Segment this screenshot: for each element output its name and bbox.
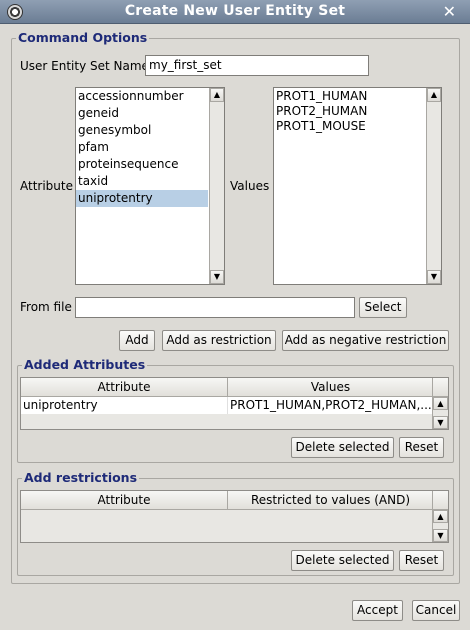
command-options-legend: Command Options <box>16 30 150 45</box>
close-icon[interactable]: ✕ <box>443 2 456 21</box>
attribute-list-item[interactable]: pfam <box>76 139 208 156</box>
reset-attributes-button[interactable]: Reset <box>399 437 444 458</box>
window-titlebar[interactable]: Create New User Entity Set ✕ <box>0 0 470 24</box>
attribute-list[interactable]: accessionnumber geneid genesymbol pfam prote… <box>75 87 225 285</box>
attribute-list-item[interactable]: geneid <box>76 105 208 122</box>
set-name-input[interactable]: my_first_set <box>145 55 369 76</box>
scroll-up-icon[interactable]: ▲ <box>427 88 441 102</box>
table-header: Attribute Values <box>21 378 434 397</box>
row-values-cell[interactable]: PROT1_HUMAN,PROT2_HUMAN,... <box>228 397 434 414</box>
attribute-list-item[interactable]: taxid <box>76 173 208 190</box>
values-list-item[interactable]: PROT1_MOUSE <box>274 119 441 134</box>
column-header-values[interactable]: Values <box>228 378 434 397</box>
reset-restrictions-button[interactable]: Reset <box>399 550 444 571</box>
table-header: Attribute Restricted to values (AND) <box>21 491 434 510</box>
column-header-attribute[interactable]: Attribute <box>21 491 228 510</box>
attribute-list-item[interactable]: genesymbol <box>76 122 208 139</box>
values-list-item[interactable]: PROT1_HUMAN <box>274 89 441 104</box>
add-as-restriction-button[interactable]: Add as restriction <box>162 330 276 351</box>
scroll-up-icon[interactable]: ▲ <box>210 88 224 102</box>
row-attribute-cell[interactable]: uniprotentry <box>21 397 228 414</box>
delete-selected-restrictions-button[interactable]: Delete selected <box>291 550 394 571</box>
values-list-scrollbar[interactable]: ▲ ▼ <box>426 88 441 284</box>
added-attributes-legend: Added Attributes <box>22 357 148 372</box>
attribute-list-item[interactable]: proteinsequence <box>76 156 208 173</box>
cancel-button[interactable]: Cancel <box>412 600 460 621</box>
column-header-attribute[interactable]: Attribute <box>21 378 228 397</box>
add-as-negative-restriction-button[interactable]: Add as negative restriction <box>282 330 449 351</box>
attribute-list-scrollbar[interactable]: ▲ ▼ <box>209 88 224 284</box>
scroll-down-icon[interactable]: ▼ <box>433 529 448 542</box>
values-list[interactable]: PROT1_HUMAN PROT2_HUMAN PROT1_MOUSE ▲ ▼ <box>273 87 442 285</box>
set-name-label: User Entity Set Name <box>20 59 149 73</box>
values-list-item[interactable]: PROT2_HUMAN <box>274 104 441 119</box>
add-button[interactable]: Add <box>119 330 155 351</box>
add-restrictions-table[interactable]: Attribute Restricted to values (AND) ▲ ▼ <box>20 490 449 543</box>
scroll-up-icon[interactable]: ▲ <box>433 510 448 523</box>
window-title: Create New User Entity Set <box>124 3 346 19</box>
table-corner <box>432 491 448 510</box>
attribute-label: Attribute <box>20 179 73 193</box>
from-file-input[interactable] <box>75 297 355 318</box>
delete-selected-attributes-button[interactable]: Delete selected <box>291 437 394 458</box>
scroll-down-icon[interactable]: ▼ <box>433 416 448 429</box>
from-file-label: From file <box>20 300 72 314</box>
column-header-restricted-values[interactable]: Restricted to values (AND) <box>228 491 434 510</box>
scroll-down-icon[interactable]: ▼ <box>210 270 224 284</box>
values-label: Values <box>230 179 270 193</box>
add-restrictions-legend: Add restrictions <box>22 470 140 485</box>
accept-button[interactable]: Accept <box>352 600 403 621</box>
attribute-list-item[interactable]: uniprotentry <box>76 190 208 207</box>
added-attributes-scrollbar[interactable]: ▲ ▼ <box>432 397 448 429</box>
attribute-list-item[interactable]: accessionnumber <box>76 88 208 105</box>
scroll-down-icon[interactable]: ▼ <box>427 270 441 284</box>
add-restrictions-scrollbar[interactable]: ▲ ▼ <box>432 510 448 542</box>
select-file-button[interactable]: Select <box>359 297 407 318</box>
scroll-up-icon[interactable]: ▲ <box>433 397 448 410</box>
table-row[interactable]: uniprotentry PROT1_HUMAN,PROT2_HUMAN,... <box>21 397 434 414</box>
table-corner <box>432 378 448 397</box>
added-attributes-table[interactable]: Attribute Values uniprotentry PROT1_HUMA… <box>20 377 449 430</box>
